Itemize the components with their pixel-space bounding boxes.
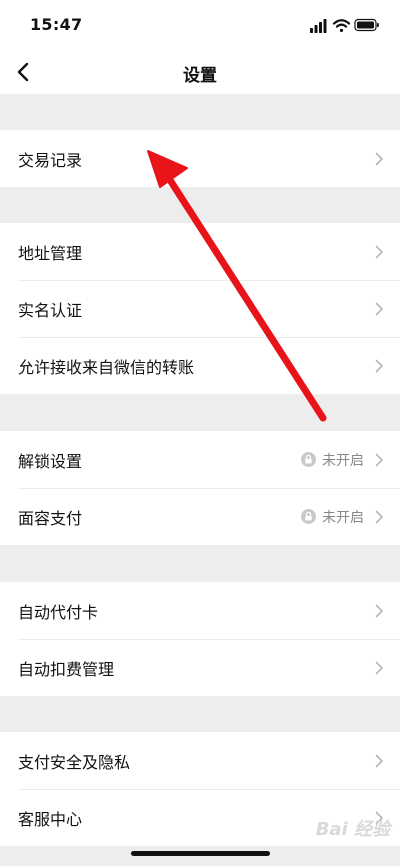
status-bar: 15:47 xyxy=(0,0,400,50)
signal-icon xyxy=(310,19,327,33)
settings-item-label: 允许接收来自微信的转账 xyxy=(18,357,195,377)
status-time: 15:47 xyxy=(30,15,83,34)
status-text: 未开启 xyxy=(322,452,364,469)
settings-item-label: 实名认证 xyxy=(18,300,83,320)
settings-item-label: 面容支付 xyxy=(18,508,83,528)
settings-item-auto-pay-card[interactable]: 自动代付卡 xyxy=(0,582,400,639)
settings-group-payments: 自动代付卡 自动扣费管理 xyxy=(0,582,400,696)
settings-item-label: 解锁设置 xyxy=(18,451,83,471)
chevron-right-icon xyxy=(375,753,384,768)
status-icons xyxy=(310,18,379,33)
battery-icon xyxy=(354,18,379,32)
nav-bar: 设置 xyxy=(0,50,400,94)
chevron-right-icon xyxy=(375,151,384,166)
home-indicator xyxy=(131,851,270,856)
settings-item-transaction-records[interactable]: 交易记录 xyxy=(0,130,400,187)
settings-item-label: 支付安全及隐私 xyxy=(18,752,131,772)
settings-item-label: 自动代付卡 xyxy=(18,602,99,622)
watermark: Bai 经验 xyxy=(315,819,390,840)
settings-item-label: 自动扣费管理 xyxy=(18,659,115,679)
page-title: 设置 xyxy=(183,66,217,86)
lock-icon xyxy=(301,452,316,467)
settings-group-transactions: 交易记录 xyxy=(0,130,400,187)
chevron-right-icon xyxy=(375,509,384,524)
settings-item-label: 客服中心 xyxy=(18,809,83,829)
chevron-right-icon xyxy=(375,660,384,675)
chevron-right-icon xyxy=(375,358,384,373)
settings-item-payment-security-privacy[interactable]: 支付安全及隐私 xyxy=(0,732,400,789)
settings-item-address-management[interactable]: 地址管理 xyxy=(0,223,400,280)
settings-item-label: 交易记录 xyxy=(18,150,83,170)
chevron-right-icon xyxy=(375,603,384,618)
wifi-icon xyxy=(332,19,351,32)
status-text: 未开启 xyxy=(322,509,364,526)
settings-item-label: 地址管理 xyxy=(18,243,83,263)
chevron-right-icon xyxy=(375,452,384,467)
chevron-right-icon xyxy=(375,301,384,316)
settings-item-face-pay[interactable]: 面容支付 未开启 xyxy=(0,488,400,545)
settings-group-security: 解锁设置 未开启 面容支付 未开启 xyxy=(0,431,400,545)
settings-item-unlock-settings[interactable]: 解锁设置 未开启 xyxy=(0,431,400,488)
settings-item-auto-deduction-management[interactable]: 自动扣费管理 xyxy=(0,639,400,696)
settings-group-account: 地址管理 实名认证 允许接收来自微信的转账 xyxy=(0,223,400,394)
lock-icon xyxy=(301,509,316,524)
settings-item-allow-wechat-transfer[interactable]: 允许接收来自微信的转账 xyxy=(0,337,400,394)
settings-item-real-name-verification[interactable]: 实名认证 xyxy=(0,280,400,337)
chevron-right-icon xyxy=(375,244,384,259)
